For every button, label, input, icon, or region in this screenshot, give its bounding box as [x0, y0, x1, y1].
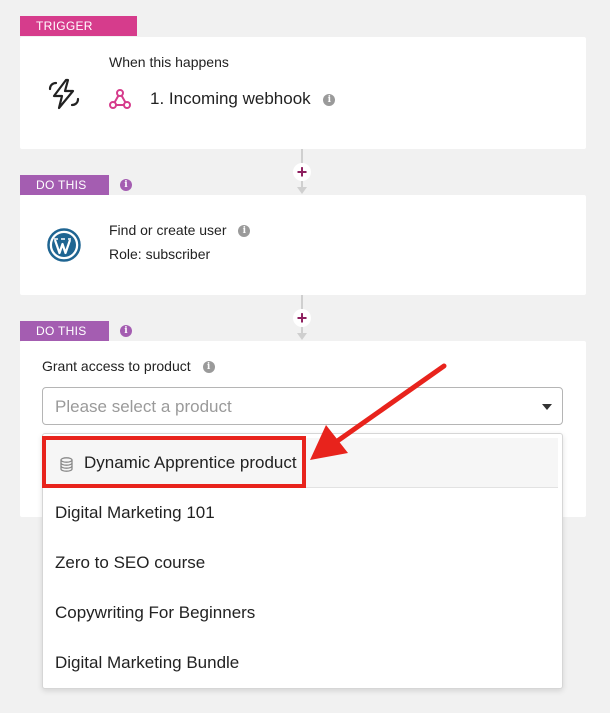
annotation-arrow [310, 363, 447, 460]
